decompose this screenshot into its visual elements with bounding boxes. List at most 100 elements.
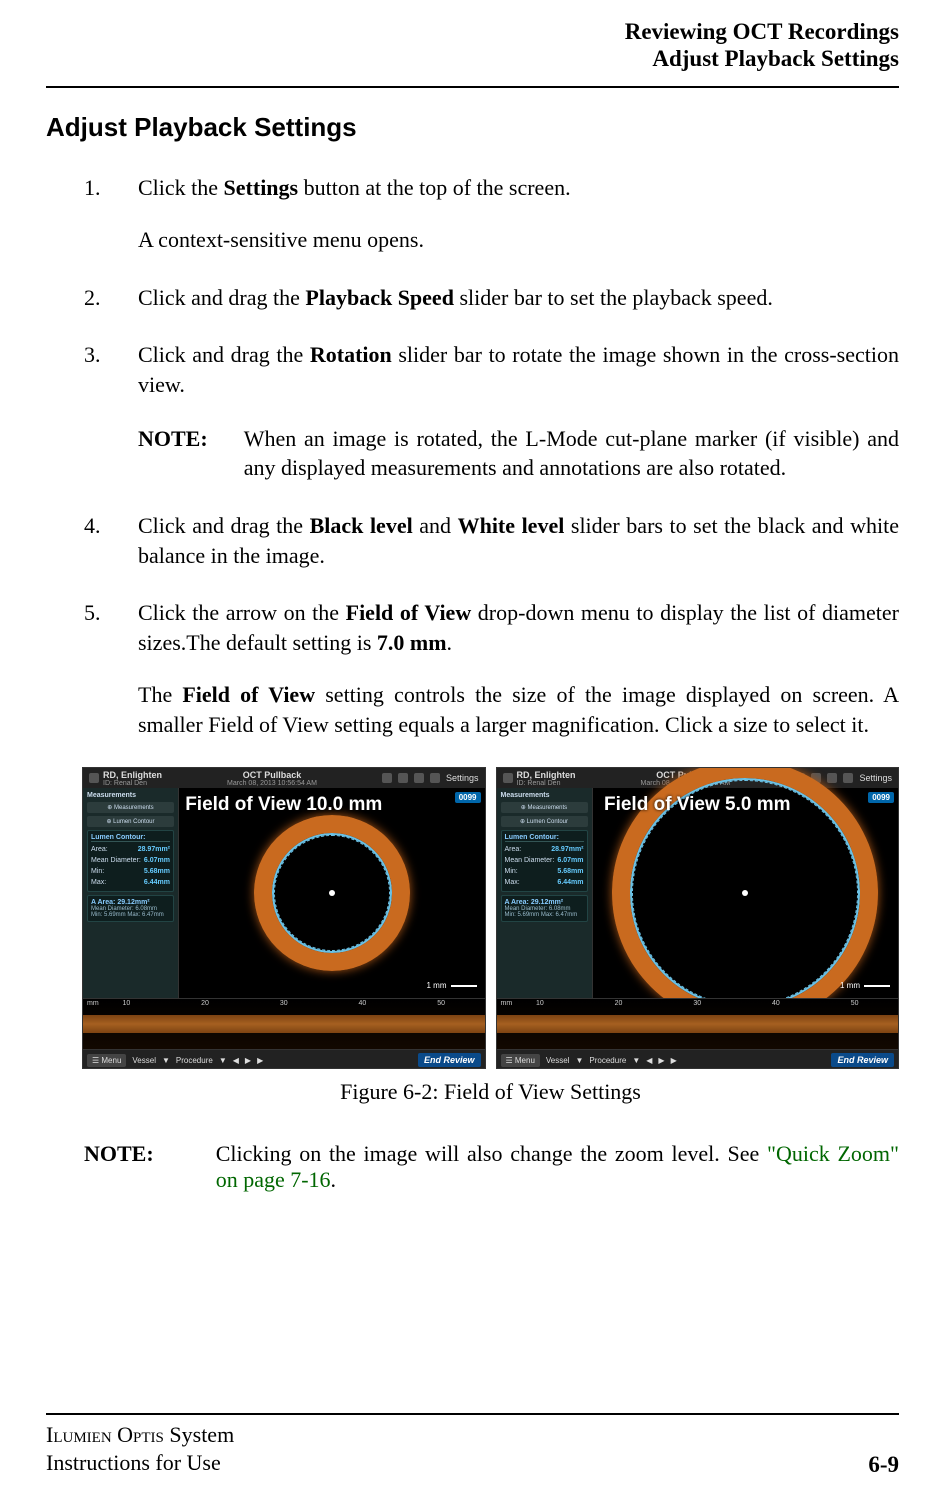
area-sub: Mean Diameter: 6.08mm Min: 5.69mm Max: 6… — [91, 906, 170, 918]
dropdown-icon: ▼ — [575, 1056, 583, 1065]
meas-tab: ⊕ Measurements — [87, 802, 174, 813]
step-text: Click the Settings button at the top of … — [138, 175, 571, 200]
lmode-ruler: 1020304050 — [83, 999, 485, 1008]
pullback-date: March 08, 2013 10:56:54 AM — [227, 780, 317, 787]
step-after: A context-sensitive menu opens. — [138, 225, 899, 255]
catheter-center — [329, 890, 335, 896]
next-icon: ▶ — [671, 1056, 677, 1065]
measure-row: Area:28.97mm² — [505, 844, 584, 855]
step-text: Click the arrow on the Field of View dro… — [138, 600, 899, 655]
play-icon: ▶ — [245, 1056, 251, 1065]
catheter-center — [742, 890, 748, 896]
scale-bar: 1 mm — [427, 981, 477, 990]
lumen-tab: ⊕ Lumen Contour — [87, 816, 174, 827]
step-number: 5. — [84, 598, 101, 628]
gear-icon — [430, 773, 440, 783]
step-number: 1. — [84, 173, 101, 203]
end-review-button: End Review — [418, 1053, 481, 1067]
page-number: 6-9 — [868, 1452, 899, 1478]
export-icon — [398, 773, 408, 783]
frame-badge: 0099 — [868, 792, 894, 803]
area-sub: Mean Diameter: 6.08mm Min: 5.69mm Max: 6… — [505, 906, 584, 918]
header-rule — [46, 86, 899, 88]
prev-icon: ◀ — [646, 1056, 652, 1065]
note-body: When an image is rotated, the L-Mode cut… — [244, 424, 899, 483]
step-item: 5. Click the arrow on the Field of View d… — [84, 598, 899, 739]
save-icon — [414, 773, 424, 783]
print-icon — [382, 773, 392, 783]
measure-row: Mean Diameter:6.07mm — [91, 855, 170, 866]
screenshot-topbar: RD, EnlightenID: Renal DenOCT PullbackMa… — [83, 768, 485, 788]
step-item: 4. Click and drag the Black level and Whi… — [84, 511, 899, 570]
note-label: NOTE: — [84, 1141, 154, 1193]
measure-row: Max:6.44mm — [505, 877, 584, 888]
area-header: A Area: 29.12mm² — [91, 899, 170, 906]
header-line-2: Adjust Playback Settings — [46, 45, 899, 72]
screenshot-bottombar: ☰ Menu Vessel ▼ Procedure ▼ ◀ ▶ ▶ End Review — [83, 1049, 485, 1069]
note-label: NOTE: — [138, 424, 208, 483]
page-footer: Ilumien Optis System Instructions for Us… — [46, 1413, 899, 1478]
measurements-panel: Measurements ⊕ Measurements ⊕ Lumen Contou… — [497, 788, 593, 998]
measure-row: Min:5.68mm — [91, 866, 170, 877]
figure-block: RD, EnlightenID: Renal DenOCT PullbackMa… — [82, 767, 899, 1105]
settings-label: Settings — [859, 773, 892, 783]
frame-badge: 0099 — [455, 792, 481, 803]
measure-row: Min:5.68mm — [505, 866, 584, 877]
dropdown-icon: ▼ — [632, 1056, 640, 1065]
dropdown-icon: ▼ — [162, 1056, 170, 1065]
l-mode-view: mm1020304050 — [497, 998, 899, 1049]
back-icon — [89, 773, 99, 783]
dropdown-icon: ▼ — [219, 1056, 227, 1065]
meas-header: Measurements — [501, 792, 588, 799]
step-number: 3. — [84, 340, 101, 370]
end-review-button: End Review — [831, 1053, 894, 1067]
lumen-header: Lumen Contour: — [505, 834, 584, 842]
gear-icon — [843, 773, 853, 783]
l-mode-view: mm1020304050 — [83, 998, 485, 1049]
step-number: 2. — [84, 283, 101, 313]
lumen-tab: ⊕ Lumen Contour — [501, 816, 588, 827]
measurements-panel: Measurements ⊕ Measurements ⊕ Lumen Contou… — [83, 788, 179, 998]
procedure-label: Procedure — [176, 1056, 213, 1065]
step-text: Click and drag the Playback Speed slider… — [138, 285, 773, 310]
measure-row: Area:28.97mm² — [91, 844, 170, 855]
area-header: A Area: 29.12mm² — [505, 899, 584, 906]
cross-section-view: 0099 1 mm — [179, 788, 485, 998]
vessel-label: Vessel — [132, 1056, 156, 1065]
step-list: 1. Click the Settings button at the top o… — [84, 173, 899, 739]
measure-row: Mean Diameter:6.07mm — [505, 855, 584, 866]
next-icon: ▶ — [257, 1056, 263, 1065]
pullback-title: OCT Pullback — [227, 770, 317, 780]
vessel-label: Vessel — [546, 1056, 570, 1065]
patient-name: RD, Enlighten — [517, 770, 576, 780]
meas-tab: ⊕ Measurements — [501, 802, 588, 813]
menu-button: ☰ Menu — [87, 1054, 126, 1067]
header-line-1: Reviewing OCT Recordings — [46, 18, 899, 45]
meas-header: Measurements — [87, 792, 174, 799]
patient-id: ID: Renal Den — [517, 780, 576, 787]
prev-icon: ◀ — [233, 1056, 239, 1065]
lmode-ruler: 1020304050 — [497, 999, 899, 1008]
footer-rule — [46, 1413, 899, 1415]
procedure-label: Procedure — [589, 1056, 626, 1065]
save-icon — [827, 773, 837, 783]
step-text: Click and drag the Rotation slider bar t… — [138, 342, 899, 397]
step-text: Click and drag the Black level and White… — [138, 513, 899, 568]
step-item: 1. Click the Settings button at the top o… — [84, 173, 899, 254]
settings-label: Settings — [446, 773, 479, 783]
step-after: The Field of View setting controls the s… — [138, 680, 899, 739]
step-number: 4. — [84, 511, 101, 541]
step-note: NOTE: When an image is rotated, the L-Mod… — [138, 424, 899, 483]
patient-id: ID: Renal Den — [103, 780, 162, 787]
post-figure-note: NOTE: Clicking on the image will also ch… — [84, 1141, 899, 1193]
note-body: Clicking on the image will also change t… — [216, 1141, 899, 1193]
step-item: 2. Click and drag the Playback Speed slid… — [84, 283, 899, 313]
page-header: Reviewing OCT Recordings Adjust Playback… — [46, 18, 899, 72]
scale-bar: 1 mm — [840, 981, 890, 990]
play-icon: ▶ — [658, 1056, 664, 1065]
back-icon — [503, 773, 513, 783]
menu-button: ☰ Menu — [501, 1054, 540, 1067]
lumen-header: Lumen Contour: — [91, 834, 170, 842]
oct-screenshot: RD, EnlightenID: Renal DenOCT PullbackMa… — [496, 767, 900, 1069]
cross-section-view: 0099 1 mm — [593, 788, 899, 998]
